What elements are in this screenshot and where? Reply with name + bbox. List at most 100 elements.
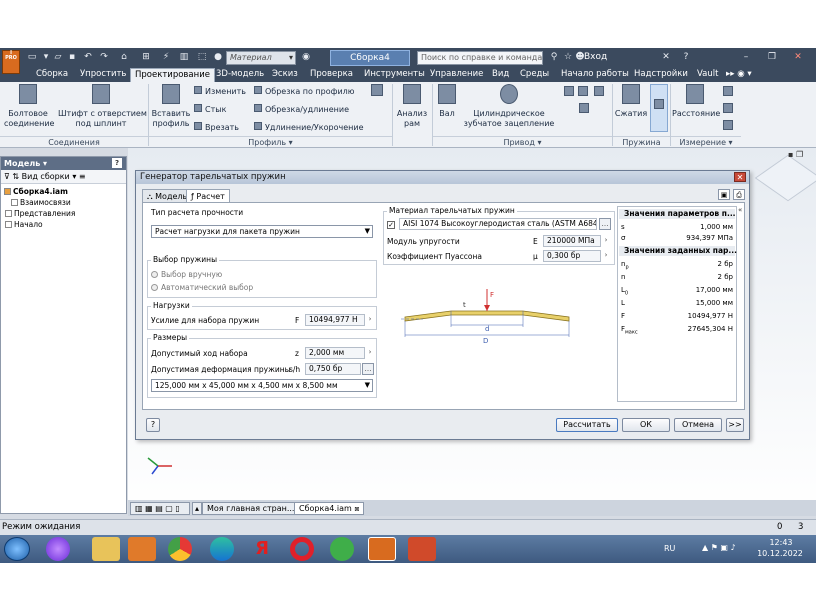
- material-checkbox[interactable]: ✓: [387, 220, 398, 230]
- home-icon[interactable]: ⌂: [118, 52, 130, 63]
- tab-model[interactable]: ⛬ Модель: [142, 189, 193, 203]
- model-browser-header[interactable]: Модель ▾?: [1, 157, 126, 170]
- viewcube-icon[interactable]: [754, 154, 816, 202]
- modulus-input[interactable]: 210000 МПа: [543, 235, 601, 247]
- window-layout-icons[interactable]: ▥ ▦ ▤ ▢ ▯: [130, 502, 190, 515]
- tab-assembly[interactable]: Сборка: [36, 68, 68, 82]
- tray-icons[interactable]: ▲ ⚑ ▣ ♪: [702, 543, 736, 553]
- select-icon[interactable]: ⊞: [140, 52, 152, 63]
- more-button[interactable]: >>: [726, 418, 744, 432]
- restore-icon[interactable]: ▪ ❐: [788, 150, 803, 159]
- properties-icon[interactable]: ⬚: [196, 52, 208, 63]
- alice-icon[interactable]: [46, 537, 70, 561]
- tab-inspect[interactable]: Проверка: [310, 68, 353, 82]
- login-link[interactable]: Вход: [584, 52, 607, 62]
- tab-tools[interactable]: Инструменты: [364, 68, 425, 82]
- joint-button[interactable]: Стык: [194, 104, 226, 115]
- cancel-button[interactable]: Отмена: [674, 418, 722, 432]
- group-profile-label[interactable]: Профиль ▾: [149, 136, 392, 148]
- tab-menu-icon[interactable]: ▴: [192, 502, 202, 515]
- undo-icon[interactable]: ↶: [82, 52, 94, 63]
- radio-manual[interactable]: Выбор вручную: [151, 270, 222, 280]
- spur-gear-button[interactable]: Цилиндрическое зубчатое зацепление: [462, 84, 556, 129]
- tab-sketch[interactable]: Эскиз: [272, 68, 298, 82]
- chevron-right-icon[interactable]: ›: [365, 314, 375, 326]
- print-icon[interactable]: ⎙: [733, 189, 745, 200]
- media-player-icon[interactable]: [128, 537, 156, 561]
- star-icon[interactable]: ☆: [562, 52, 574, 63]
- pin-button[interactable]: Штифт с отверстием под шплинт: [58, 84, 147, 129]
- color-icon[interactable]: ◉: [300, 52, 312, 63]
- chevron-right-icon[interactable]: ›: [601, 235, 611, 247]
- frame-tool-button[interactable]: [368, 84, 386, 99]
- help-search-input[interactable]: Поиск по справке и командам: [417, 51, 543, 65]
- strength-type-select[interactable]: Расчет нагрузки для пакета пружин ▼: [151, 225, 373, 238]
- tree-item-origin[interactable]: Начало: [5, 220, 43, 230]
- help-button[interactable]: ?: [146, 418, 160, 432]
- compression-spring-button[interactable]: Сжатия: [614, 84, 648, 119]
- radio-auto[interactable]: Автоматический выбор: [151, 283, 253, 293]
- material-dropdown[interactable]: Материал ▾: [226, 51, 296, 65]
- close-icon[interactable]: ⊠: [354, 506, 359, 513]
- lengthen-button[interactable]: Удлинение/Укорочение: [254, 122, 364, 133]
- binoculars-icon[interactable]: ⚲: [548, 52, 560, 63]
- save-icon[interactable]: ▪: [66, 52, 78, 63]
- drive-tools-group[interactable]: [560, 84, 608, 134]
- new-icon[interactable]: ▭: [26, 52, 38, 63]
- cut-in-button[interactable]: Врезать: [194, 122, 239, 133]
- tab-addins[interactable]: Надстройки: [634, 68, 688, 82]
- disc-spring-button[interactable]: [650, 84, 668, 132]
- powerpoint-icon[interactable]: [408, 537, 436, 561]
- insert-profile-button[interactable]: Вставить профиль: [150, 84, 192, 129]
- more-tabs-icon[interactable]: ▸▸ ◉ ▾: [726, 68, 752, 82]
- frame-analysis-button[interactable]: Анализ рам: [394, 84, 430, 129]
- inventor-logo[interactable]: I PRO: [2, 50, 20, 74]
- stroke-input[interactable]: 2,000 мм: [305, 347, 365, 359]
- tab-view[interactable]: Вид: [492, 68, 509, 82]
- tab-get-started[interactable]: Начало работы: [561, 68, 629, 82]
- redo-icon[interactable]: ↷: [98, 52, 110, 63]
- clock-time[interactable]: 12:43: [760, 538, 802, 548]
- tree-root[interactable]: Сборка4.iam: [4, 187, 68, 197]
- tab-vault[interactable]: Vault: [697, 68, 718, 82]
- explorer-icon[interactable]: [92, 537, 120, 561]
- more-options-button[interactable]: …: [362, 363, 374, 375]
- poisson-input[interactable]: 0,300 бр: [543, 250, 601, 262]
- tree-item-representations[interactable]: Представления: [5, 209, 75, 219]
- exchange-icon[interactable]: ✕: [660, 52, 672, 63]
- tab-design[interactable]: Проектирование: [130, 68, 215, 82]
- start-button[interactable]: [4, 537, 30, 561]
- view-dropdown[interactable]: ⇅ Вид сборки: [12, 172, 69, 181]
- shaft-button[interactable]: Вал: [434, 84, 460, 119]
- doc-tab-assembly[interactable]: Сборка4.iam ⊠: [294, 502, 365, 515]
- tab-simplify[interactable]: Упростить: [80, 68, 126, 82]
- material-browse-button[interactable]: …: [599, 218, 611, 230]
- tab-environments[interactable]: Среды: [520, 68, 549, 82]
- save-icon[interactable]: ▣: [718, 189, 730, 200]
- clock-date[interactable]: 10.12.2022: [756, 549, 804, 559]
- minimize-icon[interactable]: –: [740, 52, 752, 63]
- force-input[interactable]: 10494,977 Н: [305, 314, 365, 326]
- ok-button[interactable]: ОК: [622, 418, 670, 432]
- deform-input[interactable]: 0,750 бр: [305, 363, 361, 375]
- size-select[interactable]: 125,000 мм x 45,000 мм x 4,500 мм x 8,50…: [151, 379, 373, 392]
- distance-button[interactable]: Расстояние: [672, 84, 720, 119]
- trim-extend-button[interactable]: Обрезка/удлинение: [254, 104, 349, 115]
- chevron-down-icon[interactable]: ▾: [72, 172, 76, 181]
- opera-icon[interactable]: [290, 537, 314, 561]
- chrome-icon[interactable]: [168, 537, 192, 561]
- tree-item-relations[interactable]: Взаимосвязи: [11, 198, 71, 208]
- chevron-right-icon[interactable]: ›: [601, 250, 611, 262]
- trim-profile-button[interactable]: Обрезка по профилю: [254, 86, 355, 97]
- collapse-icon[interactable]: «: [738, 206, 742, 214]
- chevron-right-icon[interactable]: ›: [365, 347, 375, 359]
- help-icon[interactable]: ?: [680, 52, 692, 63]
- filter-icon[interactable]: ⊽: [4, 172, 10, 181]
- group-measure-label[interactable]: Измерение ▾: [671, 136, 741, 148]
- yandex-browser-icon[interactable]: Я: [250, 537, 274, 561]
- language-indicator[interactable]: RU: [664, 544, 675, 554]
- dropdown-icon[interactable]: ▾: [40, 52, 52, 63]
- measure-icon[interactable]: ▥: [178, 52, 190, 63]
- close-icon[interactable]: ✕: [792, 52, 804, 63]
- open-icon[interactable]: ▱: [52, 52, 64, 63]
